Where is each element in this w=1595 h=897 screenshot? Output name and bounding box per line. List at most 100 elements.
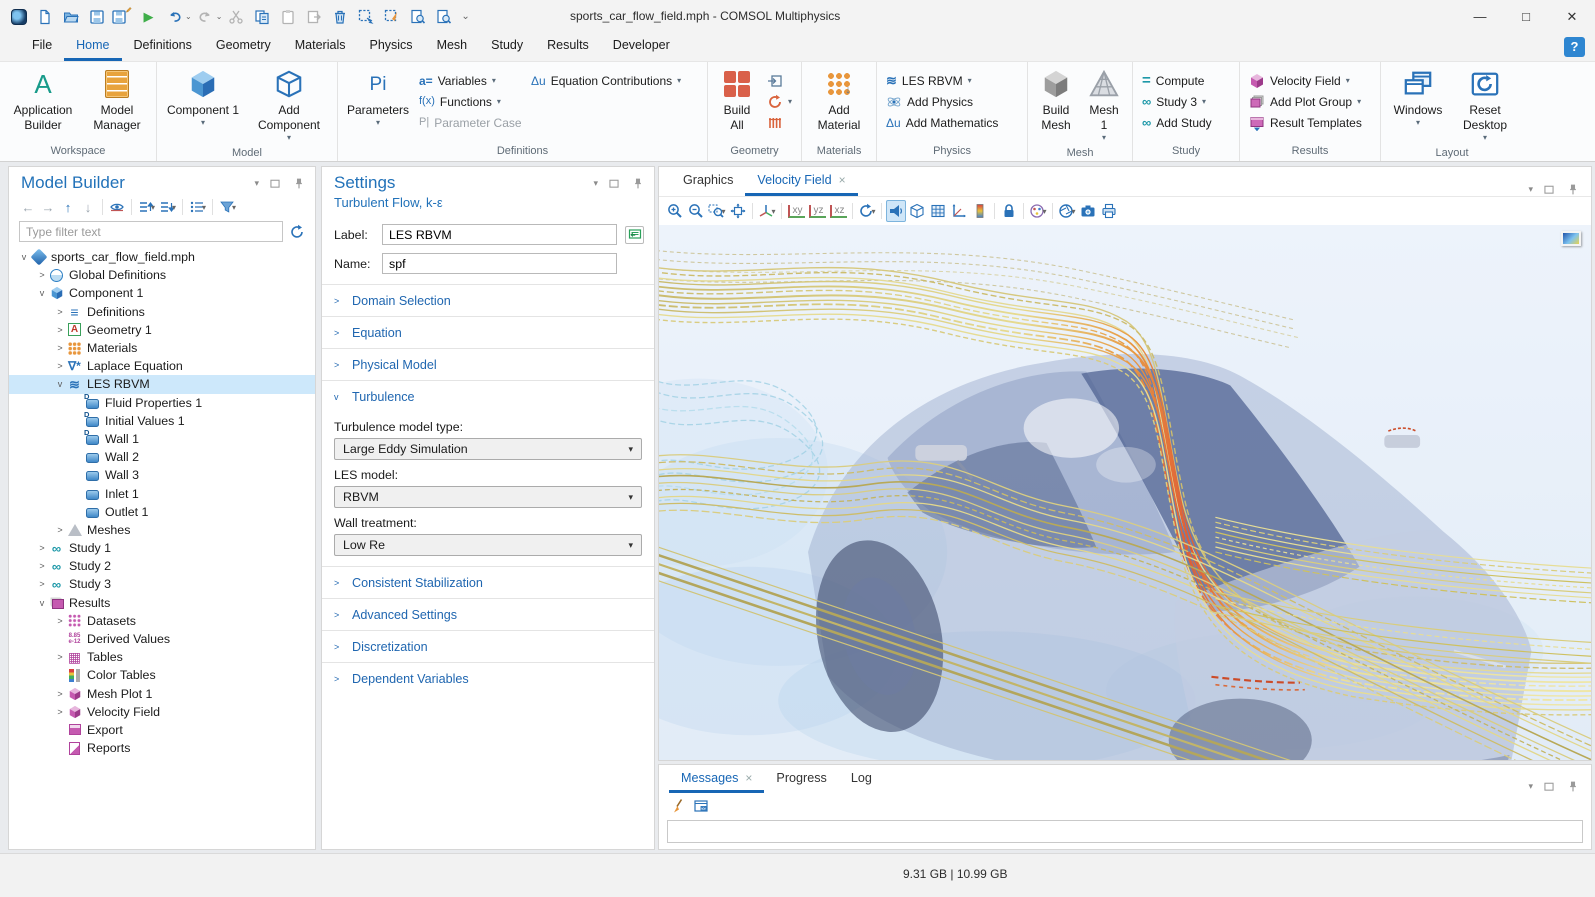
tab-study[interactable]: Study <box>479 32 535 61</box>
section-discretization[interactable]: >Discretization <box>322 630 654 662</box>
update-geometry-button[interactable] <box>763 91 796 112</box>
tab-materials[interactable]: Materials <box>283 32 358 61</box>
environment-reflections-button[interactable]: ▾ <box>1057 200 1077 222</box>
tab-velocity-field[interactable]: Velocity Field× <box>745 166 857 196</box>
tree-item-fluid-properties-1[interactable]: Fluid Properties 1 <box>9 394 315 412</box>
equation-contributions-button[interactable]: ΔuEquation Contributions <box>527 70 702 91</box>
graphics-canvas[interactable] <box>659 225 1591 760</box>
float-panel-icon[interactable] <box>1541 780 1557 793</box>
maximize-button[interactable]: □ <box>1503 0 1549 33</box>
tree-item-definitions[interactable]: >≡Definitions <box>9 303 315 321</box>
back-button[interactable]: ← <box>19 197 37 217</box>
tab-definitions[interactable]: Definitions <box>122 32 204 61</box>
wall-treatment-select[interactable]: Low Re▾ <box>334 534 642 556</box>
tab-geometry[interactable]: Geometry <box>204 32 283 61</box>
refresh-filter-icon[interactable] <box>289 224 305 240</box>
customize-toolbar-chevron[interactable]: ⌄ <box>461 11 469 22</box>
help-button[interactable]: ? <box>1564 37 1585 57</box>
float-panel-icon[interactable] <box>267 177 283 190</box>
tab-results[interactable]: Results <box>535 32 601 61</box>
variables-button[interactable]: a=Variables <box>415 70 525 91</box>
tab-developer[interactable]: Developer <box>601 32 682 61</box>
create-annotation-icon[interactable] <box>625 226 644 244</box>
expander-icon[interactable]: > <box>53 525 67 535</box>
tree-item-les-rbvm[interactable]: v≋LES RBVM <box>9 375 315 393</box>
panel-menu-chevron-icon[interactable]: ▾ <box>254 178 259 189</box>
zoom-in-button[interactable] <box>665 200 685 222</box>
tree-item-results[interactable]: vResults <box>9 594 315 612</box>
add-physics-button[interactable]: Add Physics <box>882 91 1022 112</box>
show-color-legend-button[interactable] <box>970 200 990 222</box>
expander-icon[interactable]: > <box>35 561 49 571</box>
parameters-button[interactable]: Pi Parameters <box>343 65 413 130</box>
cut-button[interactable] <box>223 5 248 29</box>
tab-log[interactable]: Log <box>839 765 884 793</box>
application-builder-button[interactable]: A Application Builder <box>5 65 81 135</box>
print-button[interactable] <box>1099 200 1119 222</box>
virtual-operations-button[interactable] <box>763 112 796 133</box>
zoom-out-button[interactable] <box>686 200 706 222</box>
tree-item-global-definitions[interactable]: >Global Definitions <box>9 266 315 284</box>
tree-item-derived-values[interactable]: 8.85e-12Derived Values <box>9 630 315 648</box>
rotate-view-button[interactable]: ▾ <box>857 200 877 222</box>
expander-icon[interactable]: v <box>53 379 67 389</box>
windows-button[interactable]: Windows <box>1386 65 1450 130</box>
section-physical-model[interactable]: >Physical Model <box>322 348 654 380</box>
message-window-options-button[interactable] <box>691 795 711 817</box>
panel-menu-chevron-icon[interactable]: ▾ <box>1528 781 1533 792</box>
expander-icon[interactable]: > <box>35 579 49 589</box>
tree-item-datasets[interactable]: >Datasets <box>9 612 315 630</box>
tree-item-study-3[interactable]: >∞Study 3 <box>9 575 315 593</box>
name-field[interactable] <box>382 253 617 274</box>
move-up-button[interactable]: ↑ <box>59 197 77 217</box>
save-as-button[interactable] <box>110 5 135 29</box>
tree-item-velocity-field[interactable]: >Velocity Field <box>9 703 315 721</box>
expander-icon[interactable]: > <box>53 652 67 662</box>
find-replace-button[interactable] <box>431 5 456 29</box>
close-tab-icon[interactable]: × <box>839 166 846 194</box>
forward-button[interactable]: → <box>39 197 57 217</box>
tree-item-wall-3[interactable]: Wall 3 <box>9 466 315 484</box>
filter-input[interactable] <box>19 221 283 242</box>
minimize-button[interactable]: — <box>1457 0 1503 33</box>
node-label-button[interactable]: ▾ <box>188 197 207 217</box>
model-manager-button[interactable]: Model Manager <box>83 65 151 135</box>
scene-light-button[interactable] <box>886 200 906 222</box>
paste-button[interactable] <box>275 5 300 29</box>
mesh-1-button[interactable]: Mesh 1 <box>1081 65 1127 145</box>
expander-icon[interactable]: > <box>53 361 67 371</box>
pin-panel-icon[interactable] <box>630 177 646 190</box>
new-file-button[interactable] <box>32 5 57 29</box>
tab-home[interactable]: Home <box>64 32 121 61</box>
add-study-button[interactable]: ∞Add Study <box>1138 112 1234 133</box>
show-axes-button[interactable] <box>949 200 969 222</box>
tab-file[interactable]: File <box>20 32 64 61</box>
tree-item-initial-values-1[interactable]: Initial Values 1 <box>9 412 315 430</box>
view-yz-button[interactable]: yz <box>807 200 827 222</box>
result-templates-button[interactable]: Result Templates <box>1245 112 1375 133</box>
show-grid-button[interactable] <box>928 200 948 222</box>
zoom-extents-button[interactable] <box>728 200 748 222</box>
filter-button[interactable]: ▾ <box>218 197 237 217</box>
build-all-button[interactable]: Build All <box>713 65 761 135</box>
label-field[interactable] <box>382 224 617 245</box>
tree-item-study-2[interactable]: >∞Study 2 <box>9 557 315 575</box>
view-xz-button[interactable]: xz <box>828 200 848 222</box>
panel-menu-chevron-icon[interactable]: ▾ <box>593 178 598 189</box>
copy-button[interactable] <box>249 5 274 29</box>
section-consistent-stabilization[interactable]: >Consistent Stabilization <box>322 566 654 598</box>
clear-messages-button[interactable] <box>667 795 687 817</box>
tree-item-geometry-1[interactable]: >AGeometry 1 <box>9 321 315 339</box>
transparency-button[interactable] <box>907 200 927 222</box>
section-advanced-settings[interactable]: >Advanced Settings <box>322 598 654 630</box>
component-1-button[interactable]: Component 1 <box>162 65 244 130</box>
tree-item-laplace-equation[interactable]: >∇*Laplace Equation <box>9 357 315 375</box>
duplicate-button[interactable] <box>301 5 326 29</box>
tree-item-export[interactable]: Export <box>9 721 315 739</box>
panel-menu-chevron-icon[interactable]: ▾ <box>1528 184 1533 195</box>
expander-icon[interactable]: > <box>53 616 67 626</box>
expander-icon[interactable]: > <box>53 707 67 717</box>
tree-item-wall-1[interactable]: Wall 1 <box>9 430 315 448</box>
tab-mesh[interactable]: Mesh <box>425 32 480 61</box>
save-button[interactable] <box>84 5 109 29</box>
